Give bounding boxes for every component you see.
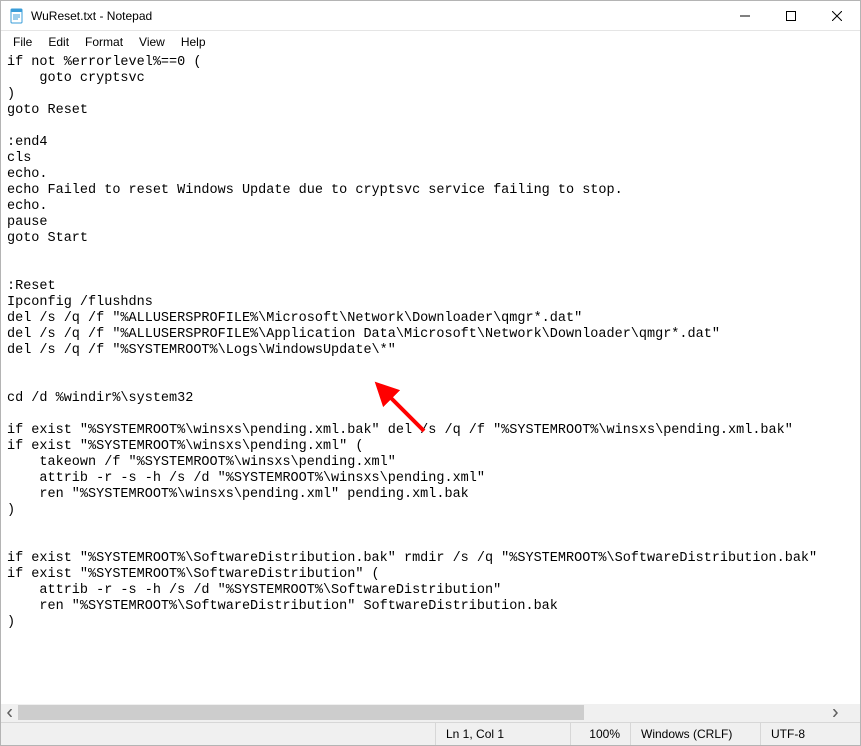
window-controls	[722, 1, 860, 30]
maximize-button[interactable]	[768, 1, 814, 31]
text-editor[interactable]	[1, 53, 860, 704]
scrollbar-corner	[843, 704, 860, 721]
status-zoom: 100%	[570, 723, 630, 745]
status-spacer	[1, 723, 435, 745]
scroll-left-arrow-icon[interactable]	[1, 704, 18, 721]
close-button[interactable]	[814, 1, 860, 31]
status-eol: Windows (CRLF)	[630, 723, 760, 745]
scrollbar-thumb[interactable]	[18, 705, 584, 720]
statusbar: Ln 1, Col 1 100% Windows (CRLF) UTF-8	[1, 722, 860, 745]
status-position: Ln 1, Col 1	[435, 723, 570, 745]
menu-format[interactable]: Format	[77, 33, 131, 51]
scrollbar-track[interactable]	[18, 704, 826, 721]
titlebar-left: WuReset.txt - Notepad	[1, 8, 160, 24]
horizontal-scrollbar[interactable]	[1, 704, 843, 721]
menu-edit[interactable]: Edit	[40, 33, 77, 51]
menubar: File Edit Format View Help	[1, 31, 860, 53]
notepad-icon	[9, 8, 25, 24]
minimize-button[interactable]	[722, 1, 768, 31]
window-title: WuReset.txt - Notepad	[31, 9, 152, 23]
status-encoding: UTF-8	[760, 723, 860, 745]
menu-view[interactable]: View	[131, 33, 173, 51]
menu-help[interactable]: Help	[173, 33, 214, 51]
menu-file[interactable]: File	[5, 33, 40, 51]
titlebar: WuReset.txt - Notepad	[1, 1, 860, 31]
editor-area	[1, 53, 860, 721]
scroll-right-arrow-icon[interactable]	[826, 704, 843, 721]
